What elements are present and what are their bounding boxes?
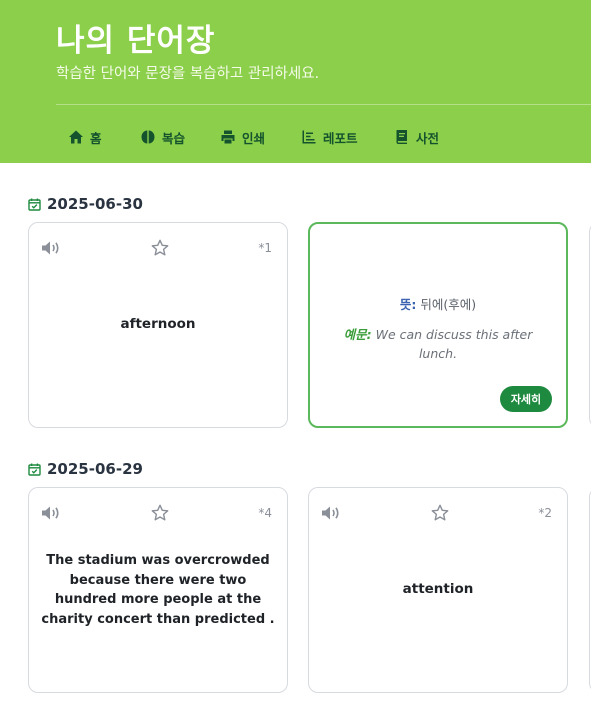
example-text: We can discuss this after lunch.	[375, 327, 533, 361]
date-label: 2025-06-29	[47, 460, 143, 478]
report-icon	[302, 130, 316, 144]
card-sentence: The stadium was overcrowded because ther…	[41, 553, 275, 627]
nav-report-label: 레포트	[323, 130, 358, 146]
nav-home-label: 홈	[90, 130, 102, 146]
card-example: 예문: We can discuss this after lunch.	[332, 325, 544, 363]
book-icon	[396, 130, 407, 144]
word-card[interactable]: *4 The stadium was overcrowded because t…	[28, 487, 288, 693]
calendar-check-icon	[28, 198, 41, 211]
card-word: afternoon	[120, 316, 196, 333]
calendar-check-icon	[28, 463, 41, 476]
nav-review-label: 복습	[162, 130, 186, 146]
nav-review[interactable]: 복습	[140, 126, 185, 148]
example-label: 예문:	[343, 327, 372, 342]
home-icon	[69, 130, 83, 144]
word-card[interactable]: *2 attention	[308, 487, 568, 693]
meaning-text: 뒤에(후에)	[420, 297, 477, 312]
nav-print-label: 인쇄	[242, 130, 266, 146]
meaning-label: 뜻:	[399, 297, 417, 312]
word-card[interactable]: *1 afternoon	[28, 222, 288, 428]
date-heading: 2025-06-30	[28, 195, 143, 213]
nav-dictionary-label: 사전	[416, 130, 440, 146]
detail-button[interactable]: 자세히	[500, 386, 552, 412]
card-meaning: 뜻: 뒤에(후에)	[310, 294, 566, 313]
nav-home[interactable]: 홈	[68, 126, 102, 148]
page-title: 나의 단어장	[56, 23, 216, 59]
nav-print[interactable]: 인쇄	[220, 126, 265, 148]
app-header: 나의 단어장 학습한 단어와 문장을 복습하고 관리하세요. 홈 복습 인쇄 레…	[0, 0, 591, 163]
nav-dictionary[interactable]: 사전	[394, 126, 439, 148]
word-card-flipped[interactable]: 뜻: 뒤에(후에) 예문: We can discuss this after …	[308, 222, 568, 428]
header-divider	[56, 104, 591, 105]
date-label: 2025-06-30	[47, 195, 143, 213]
date-heading: 2025-06-29	[28, 460, 143, 478]
printer-icon	[221, 130, 235, 144]
page-subtitle: 학습한 단어와 문장을 복습하고 관리하세요.	[56, 66, 320, 82]
brain-icon	[141, 130, 155, 144]
card-word: attention	[402, 581, 474, 598]
nav-report[interactable]: 레포트	[301, 126, 358, 148]
